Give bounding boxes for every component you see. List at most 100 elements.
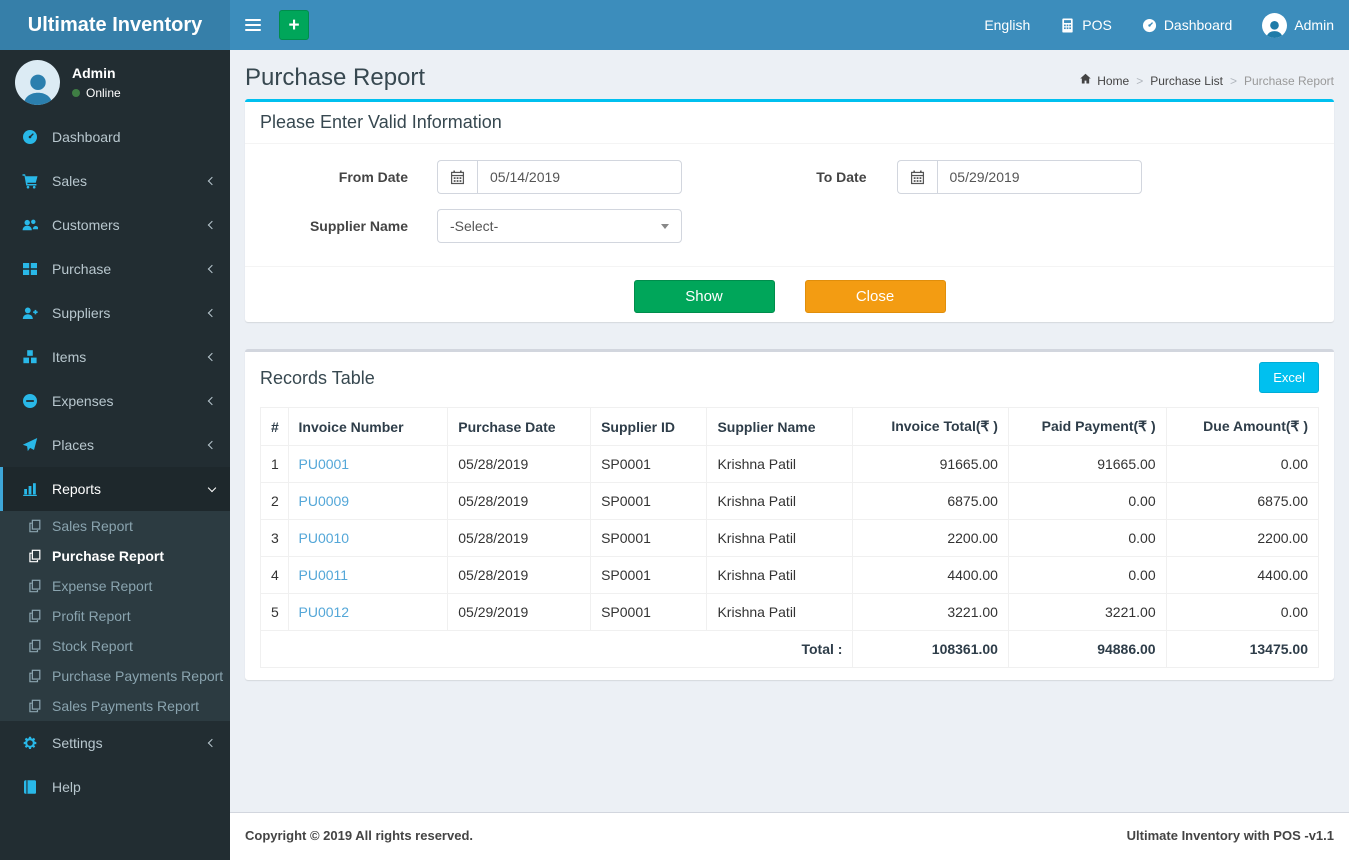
sidebar-item-customers[interactable]: Customers [0,203,230,247]
gears-icon [22,735,42,751]
sidebar-item-suppliers[interactable]: Suppliers [0,291,230,335]
sidebar-item-settings[interactable]: Settings [0,721,230,765]
user-plus-icon [22,305,42,321]
invoice-link[interactable]: PU0010 [299,530,350,546]
sidebar-item-sales[interactable]: Sales [0,159,230,203]
breadcrumb-current: Purchase Report [1243,73,1334,88]
sidebar: Admin Online Dashboard Sales Customers P… [0,50,230,860]
grid-icon [22,261,42,277]
table-row: 2 PU0009 05/28/2019 SP0001 Krishna Patil… [260,482,1320,520]
invoice-link[interactable]: PU0011 [299,567,349,583]
content-header: Purchase Report Home > Purchase List > P… [230,50,1349,92]
tachometer-icon [22,129,42,145]
sidebar-item-help[interactable]: Help [0,765,230,809]
invoice-link[interactable]: PU0009 [299,493,350,509]
bar-chart-icon [22,481,42,497]
col-invoice-number: Invoice Number [287,407,449,446]
quick-add-button[interactable]: + [279,10,309,40]
main-content: Please Enter Valid Information From Date [230,92,1349,812]
sidebar-menu: Dashboard Sales Customers Purchase Suppl… [0,115,230,511]
chevron-left-icon [207,176,217,186]
version-text: Ultimate Inventory with POS -v1.1 [1126,828,1334,843]
files-icon [28,609,44,623]
filter-panel: Please Enter Valid Information From Date [245,99,1334,322]
calendar-icon [896,160,937,194]
files-icon [28,519,44,533]
chevron-left-icon [207,738,217,748]
col-purchase-date: Purchase Date [447,407,592,446]
breadcrumb-purchase-list[interactable]: Purchase List [1150,74,1223,88]
language-menu[interactable]: English [969,0,1045,50]
invoice-link[interactable]: PU0012 [299,604,350,620]
chevron-left-icon [207,308,217,318]
user-menu[interactable]: Admin [1247,0,1349,50]
pos-link[interactable]: POS [1045,0,1127,50]
from-date-label: From Date [338,169,408,185]
online-status-dot [72,89,80,97]
supplier-name-label: Supplier Name [309,218,408,234]
close-button[interactable]: Close [804,280,946,313]
col-index: # [260,407,289,446]
table-header-row: # Invoice Number Purchase Date Supplier … [260,407,1320,446]
brand-logo[interactable]: Ultimate Inventory [0,0,230,50]
show-button[interactable]: Show [633,280,775,313]
minus-circle-icon [22,393,42,409]
total-due: 13475.00 [1165,630,1320,668]
sidebar-toggle-button[interactable] [230,0,275,50]
breadcrumb: Home > Purchase List > Purchase Report [1079,73,1334,92]
sidebar-user-status[interactable]: Online [72,86,121,100]
to-date-input[interactable] [936,160,1142,194]
files-icon [28,699,44,713]
copyright-text: Copyright © 2019 All rights reserved. [245,828,474,843]
table-row: 4 PU0011 05/28/2019 SP0001 Krishna Patil… [260,556,1320,594]
chevron-left-icon [207,396,217,406]
table-row: 5 PU0012 05/29/2019 SP0001 Krishna Patil… [260,593,1320,631]
sidebar-item-sales-report[interactable]: Sales Report [0,511,230,541]
col-paid-payment: Paid Payment(₹ ) [1007,407,1167,446]
excel-export-button[interactable]: Excel [1259,362,1319,393]
table-total-row: Total : 108361.00 94886.00 13475.00 [259,630,1320,668]
sidebar-item-sales-payments-report[interactable]: Sales Payments Report [0,691,230,721]
chevron-left-icon [207,264,217,274]
users-icon [22,217,42,233]
calendar-icon [437,160,477,194]
breadcrumb-home[interactable]: Home [1079,73,1129,88]
page-footer: Copyright © 2019 All rights reserved. Ul… [230,812,1349,860]
records-table: # Invoice Number Purchase Date Supplier … [259,407,1320,668]
sidebar-item-profit-report[interactable]: Profit Report [0,601,230,631]
files-icon [28,639,44,653]
navbar: + English POS Dashboard Admin [230,0,1349,50]
files-icon [28,669,44,683]
sidebar-item-expense-report[interactable]: Expense Report [0,571,230,601]
top-navbar: Ultimate Inventory + English POS Dashboa… [0,0,1349,50]
sidebar-item-stock-report[interactable]: Stock Report [0,631,230,661]
sidebar-item-purchase-payments-report[interactable]: Purchase Payments Report [0,661,230,691]
invoice-link[interactable]: PU0001 [299,456,350,472]
cubes-icon [22,349,42,365]
dashboard-link[interactable]: Dashboard [1127,0,1248,50]
content-wrapper: Purchase Report Home > Purchase List > P… [230,50,1349,860]
sidebar-item-dashboard[interactable]: Dashboard [0,115,230,159]
col-invoice-total: Invoice Total(₹ ) [852,407,1009,446]
sidebar-item-reports[interactable]: Reports [0,467,230,511]
total-invoice: 108361.00 [852,630,1009,668]
supplier-select[interactable]: -Select- [437,209,682,243]
cart-icon [22,173,42,189]
sidebar-item-expenses[interactable]: Expenses [0,379,230,423]
to-date-label: To Date [816,169,867,185]
dashboard-icon [1142,18,1157,33]
sidebar-item-items[interactable]: Items [0,335,230,379]
hamburger-icon [244,19,261,21]
sidebar-item-purchase-report[interactable]: Purchase Report [0,541,230,571]
filter-panel-title: Please Enter Valid Information [260,112,502,132]
total-label: Total : [259,630,854,668]
sidebar-item-purchase[interactable]: Purchase [0,247,230,291]
chevron-down-icon [207,483,217,492]
home-icon [1079,73,1092,88]
book-icon [22,779,42,795]
files-icon [28,549,44,563]
files-icon [28,579,44,593]
records-panel: Records Table Excel # Invoice Number Pur… [245,349,1334,680]
from-date-input[interactable] [477,160,682,194]
sidebar-item-places[interactable]: Places [0,423,230,467]
